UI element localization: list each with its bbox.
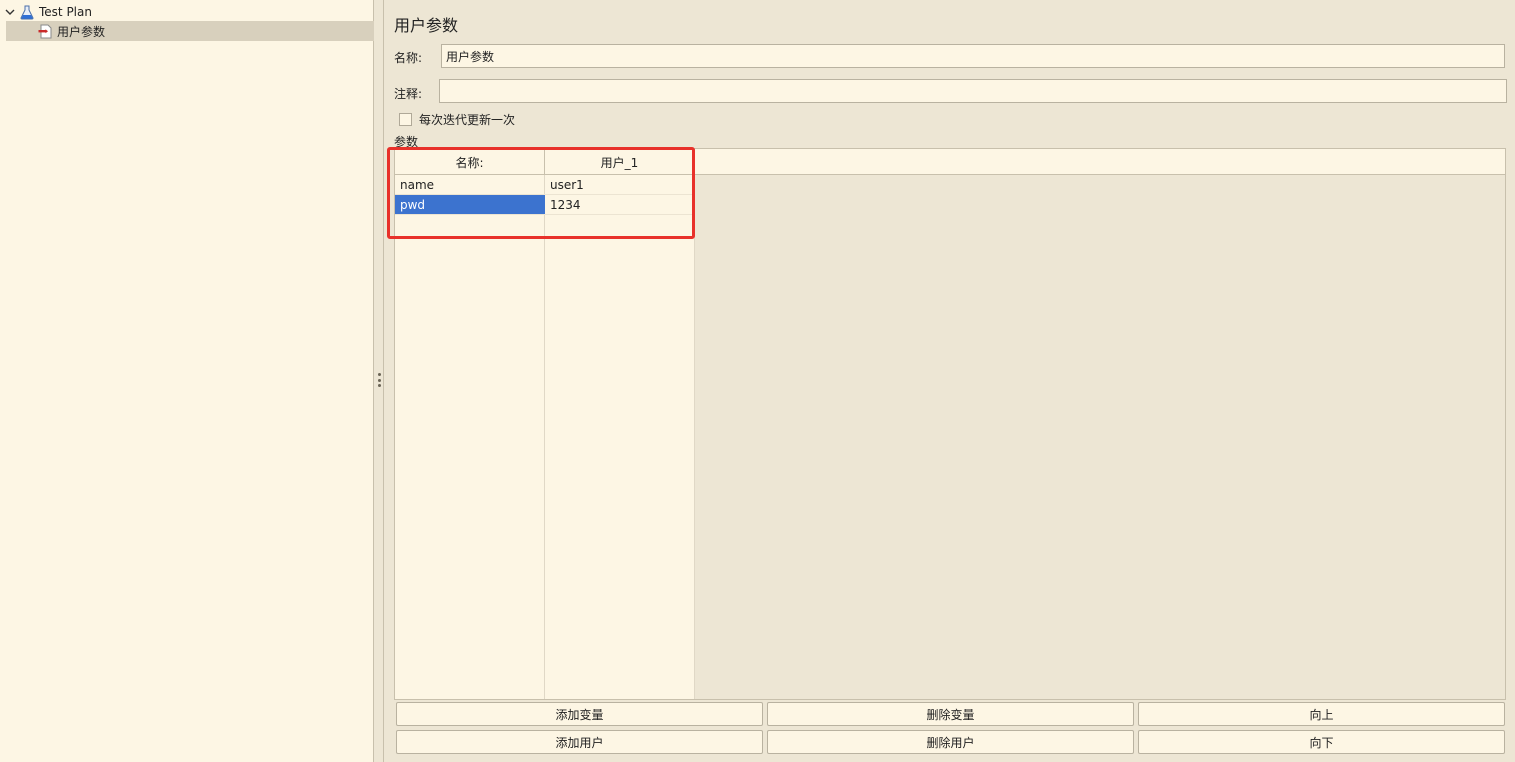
user-parameters-panel: 用户参数 名称: 注释: 每次迭代更新一次 参数 名称: 用户_1 name u… xyxy=(385,0,1515,762)
move-up-button[interactable]: 向上 xyxy=(1138,702,1505,726)
tree-label-test-plan: Test Plan xyxy=(39,5,92,19)
chevron-down-icon[interactable] xyxy=(2,4,18,20)
name-input[interactable] xyxy=(441,44,1505,68)
tree-node-user-parameters[interactable]: 用户参数 xyxy=(6,21,374,41)
tree-label-user-parameters: 用户参数 xyxy=(57,24,106,39)
pane-splitter[interactable] xyxy=(374,0,384,762)
parameters-table: 名称: 用户_1 name user1 pwd 1234 xyxy=(394,148,1506,700)
document-edit-icon xyxy=(36,23,54,39)
table-cell-row2-value[interactable]: 1234 xyxy=(545,195,695,215)
add-user-button[interactable]: 添加用户 xyxy=(396,730,763,754)
update-once-per-iteration-label: 每次迭代更新一次 xyxy=(419,113,516,127)
table-cell-row1-name[interactable]: name xyxy=(395,175,545,195)
comment-label: 注释: xyxy=(394,87,423,101)
update-once-per-iteration-checkbox[interactable] xyxy=(399,113,412,126)
delete-variable-button[interactable]: 删除变量 xyxy=(767,702,1134,726)
splitter-grip-icon[interactable] xyxy=(377,373,381,387)
comment-input[interactable] xyxy=(439,79,1507,103)
table-cell-row1-value[interactable]: user1 xyxy=(545,175,695,195)
update-once-per-iteration-option[interactable]: 每次迭代更新一次 xyxy=(399,111,515,128)
move-down-button[interactable]: 向下 xyxy=(1138,730,1505,754)
name-label: 名称: xyxy=(394,51,423,65)
column-header-user-1[interactable]: 用户_1 xyxy=(545,149,695,175)
tree-pane: Test Plan 用户参数 xyxy=(0,0,374,762)
tree-node-test-plan[interactable]: Test Plan xyxy=(0,2,374,22)
column-header-name[interactable]: 名称: xyxy=(395,149,545,175)
table-cell-row2-name-selected[interactable]: pwd xyxy=(395,195,545,215)
table-column-user-1-area[interactable] xyxy=(545,175,695,699)
panel-title: 用户参数 xyxy=(394,16,459,35)
add-variable-button[interactable]: 添加变量 xyxy=(396,702,763,726)
delete-user-button[interactable]: 删除用户 xyxy=(767,730,1134,754)
table-column-name-area[interactable] xyxy=(395,175,545,699)
flask-icon xyxy=(18,4,36,20)
